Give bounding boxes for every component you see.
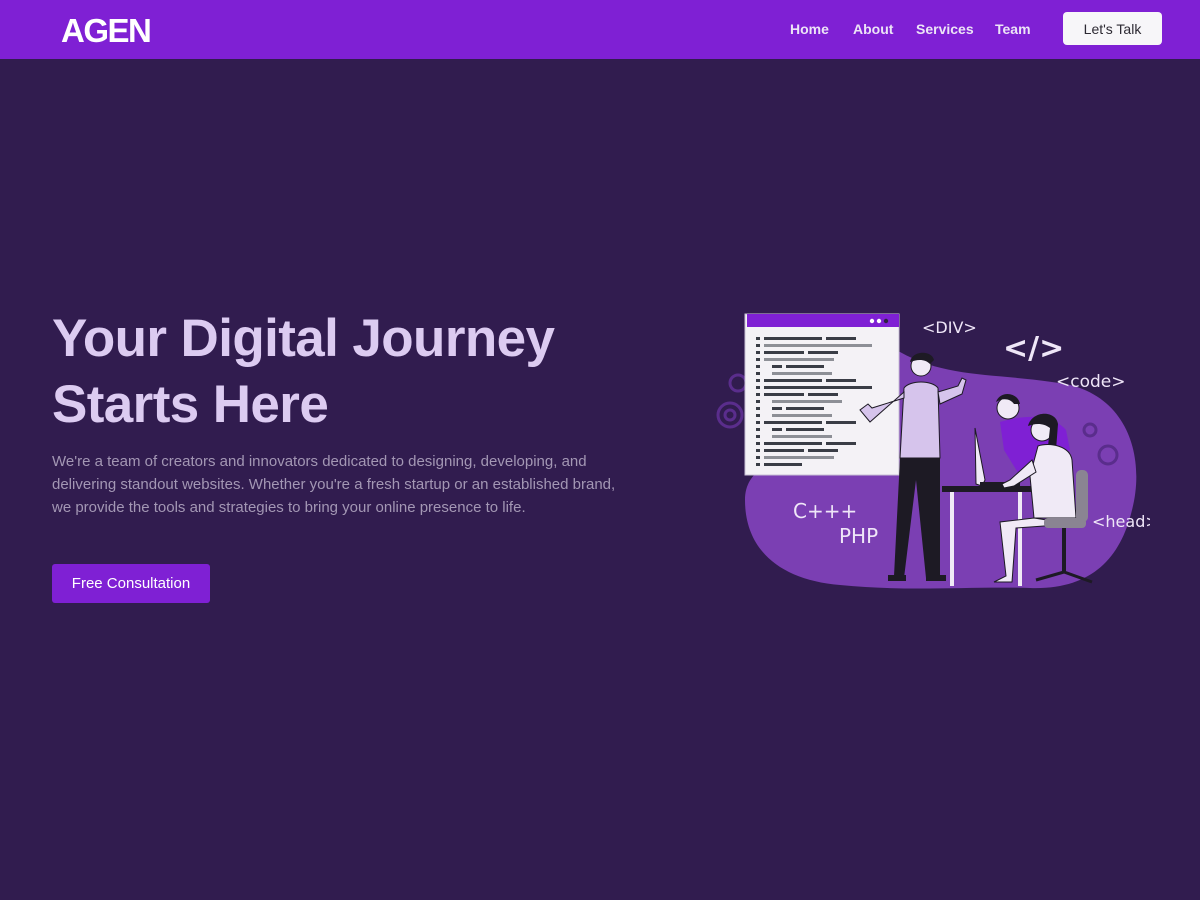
- developers-illustration: <DIV> </> <code> C+++ PHP <head>: [716, 313, 1150, 589]
- code-tag-icon: </>: [1003, 331, 1064, 366]
- hero-description: We're a team of creators and innovators …: [52, 450, 616, 519]
- nav-link-services[interactable]: Services: [916, 20, 974, 38]
- navbar: AGEN Home About Services Team Let's Talk: [0, 0, 1200, 59]
- code-tag-label: <code>: [1056, 372, 1126, 392]
- hero-illustration: <DIV> </> <code> C+++ PHP <head>: [700, 300, 1150, 600]
- hero-description-line-1: We're a team of creators and innovators …: [52, 453, 587, 470]
- hero-title: Your Digital Journey Starts Here: [52, 306, 612, 438]
- nav-link-home[interactable]: Home: [790, 20, 829, 38]
- hero-title-line-1: Your Digital Journey: [52, 309, 555, 368]
- free-consultation-button[interactable]: Free Consultation: [52, 564, 210, 603]
- head-tag-label: <head>: [1092, 512, 1150, 531]
- php-label: PHP: [839, 524, 878, 548]
- code-window: [744, 313, 900, 476]
- nav-links: Home About Services Team: [0, 20, 1200, 40]
- hero-title-line-2: Starts Here: [52, 375, 329, 434]
- hero-description-line-2: delivering standout websites. Whether yo…: [52, 476, 616, 493]
- cpp-label: C+++: [793, 499, 857, 523]
- div-tag-label: <DIV>: [922, 318, 977, 337]
- lets-talk-button[interactable]: Let's Talk: [1063, 12, 1162, 45]
- nav-link-team[interactable]: Team: [995, 20, 1031, 38]
- hero-description-line-3: we provide the tools and strategies to b…: [52, 499, 526, 516]
- nav-link-about[interactable]: About: [853, 20, 893, 38]
